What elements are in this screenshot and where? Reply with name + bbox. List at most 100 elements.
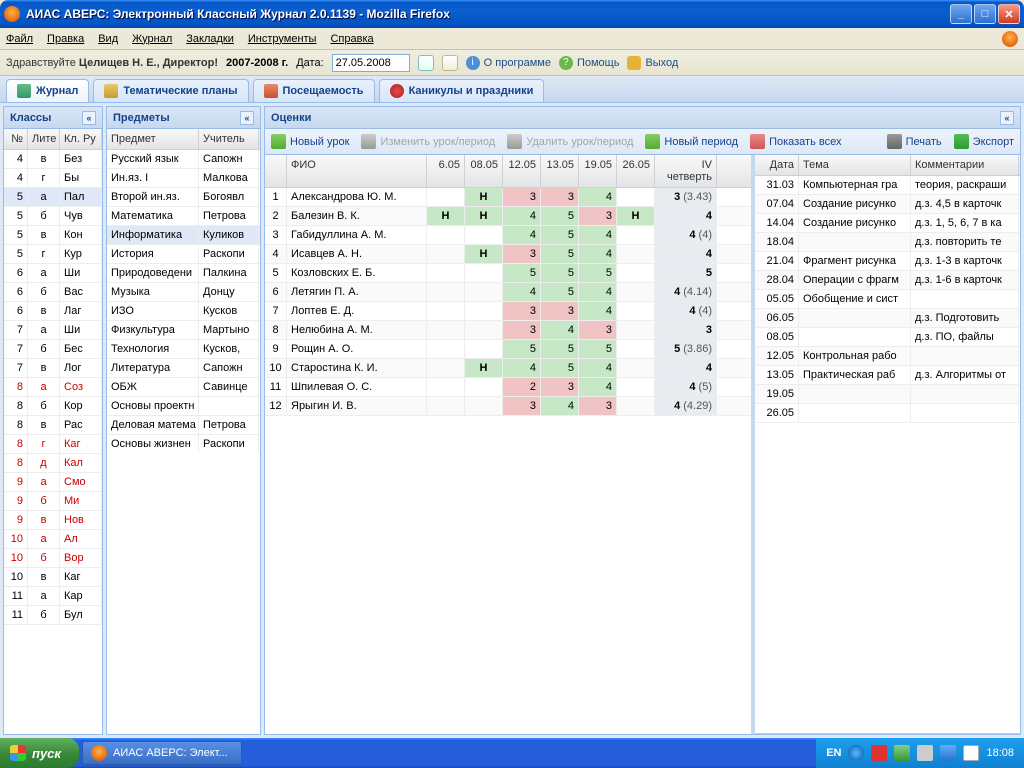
subject-row[interactable]: ЛитератураСапожн <box>107 359 260 378</box>
tray-icon[interactable] <box>848 745 864 761</box>
student-row[interactable]: 1Александрова Ю. М.Н3343 (3.43) <box>265 188 751 207</box>
marks-grid-body[interactable]: 1Александрова Ю. М.Н3343 (3.43)2Балезин … <box>265 188 751 734</box>
menu-help[interactable]: Справка <box>330 33 373 45</box>
topic-row[interactable]: 12.05Контрольная рабо <box>755 347 1020 366</box>
topic-row[interactable]: 19.05 <box>755 385 1020 404</box>
tray-icon[interactable] <box>963 745 979 761</box>
class-row[interactable]: 5аПал <box>4 188 102 207</box>
subject-row[interactable]: ИсторияРаскопи <box>107 245 260 264</box>
topic-row[interactable]: 14.04Создание рисункод.з. 1, 5, 6, 7 в к… <box>755 214 1020 233</box>
student-row[interactable]: 5Козловских Е. Б.5555 <box>265 264 751 283</box>
topic-row[interactable]: 28.04Операции с фрагмд.з. 1-6 в карточк <box>755 271 1020 290</box>
class-row[interactable]: 10вКаг <box>4 568 102 587</box>
subject-row[interactable]: Ин.яз. IМалкова <box>107 169 260 188</box>
export-button[interactable]: Экспорт <box>954 134 1014 149</box>
class-row[interactable]: 7бБес <box>4 340 102 359</box>
classes-grid-body[interactable]: 4вБез4гБы5аПал5бЧув5вКон5гКур6аШи6бВас6в… <box>4 150 102 733</box>
class-row[interactable]: 9аСмо <box>4 473 102 492</box>
menu-bookmarks[interactable]: Закладки <box>186 33 234 45</box>
class-row[interactable]: 6аШи <box>4 264 102 283</box>
class-row[interactable]: 8бКор <box>4 397 102 416</box>
class-row[interactable]: 11аКар <box>4 587 102 606</box>
student-row[interactable]: 7Лоптев Е. Д.3344 (4) <box>265 302 751 321</box>
student-row[interactable]: 3Габидуллина А. М.4544 (4) <box>265 226 751 245</box>
student-row[interactable]: 8Нелюбина А. М.3433 <box>265 321 751 340</box>
menu-journal[interactable]: Журнал <box>132 33 172 45</box>
date-input[interactable] <box>332 54 410 72</box>
topic-row[interactable]: 31.03Компьютерная гратеория, раскраши <box>755 176 1020 195</box>
minimize-button[interactable]: _ <box>950 4 972 24</box>
collapse-icon[interactable]: « <box>1000 111 1014 125</box>
student-row[interactable]: 4Исавцев А. Н.Н3544 <box>265 245 751 264</box>
subject-row[interactable]: ИнформатикаКуликов <box>107 226 260 245</box>
student-row[interactable]: 9Рощин А. О.5555 (3.86) <box>265 340 751 359</box>
student-row[interactable]: 10Старостина К. И.Н4544 <box>265 359 751 378</box>
topics-grid-body[interactable]: 31.03Компьютерная гратеория, раскраши07.… <box>755 176 1020 733</box>
subject-row[interactable]: ТехнологияКусков, <box>107 340 260 359</box>
topic-row[interactable]: 18.04д.з. повторить те <box>755 233 1020 252</box>
topic-row[interactable]: 13.05Практическая рабд.з. Алгоритмы от <box>755 366 1020 385</box>
collapse-icon[interactable]: « <box>82 111 96 125</box>
taskbar-app[interactable]: АИАС АВЕРС: Элект... <box>82 741 242 765</box>
start-button[interactable]: пуск <box>0 738 79 768</box>
topic-row[interactable]: 07.04Создание рисункод.з. 4,5 в карточк <box>755 195 1020 214</box>
subject-row[interactable]: МатематикаПетрова <box>107 207 260 226</box>
subject-row[interactable]: Второй ин.яз.Богоявл <box>107 188 260 207</box>
tray-icon[interactable] <box>871 745 887 761</box>
clear-date-icon[interactable] <box>442 55 458 71</box>
system-tray[interactable]: EN 18:08 <box>816 738 1024 768</box>
subject-row[interactable]: ПриродоведениПалкина <box>107 264 260 283</box>
tray-icon[interactable] <box>940 745 956 761</box>
subject-row[interactable]: МузыкаДонцу <box>107 283 260 302</box>
student-row[interactable]: 2Балезин В. К.НН453Н4 <box>265 207 751 226</box>
edit-lesson-button[interactable]: Изменить урок/период <box>361 134 495 149</box>
class-row[interactable]: 9бМи <box>4 492 102 511</box>
delete-lesson-button[interactable]: Удалить урок/период <box>507 134 633 149</box>
topics-scrollbar[interactable]: ◄ ► <box>755 733 1020 734</box>
class-row[interactable]: 6бВас <box>4 283 102 302</box>
student-row[interactable]: 12Ярыгин И. В.3434 (4.29) <box>265 397 751 416</box>
class-row[interactable]: 7аШи <box>4 321 102 340</box>
new-period-button[interactable]: Новый период <box>645 134 738 149</box>
tray-icon[interactable] <box>917 745 933 761</box>
subject-row[interactable]: ИЗОКусков <box>107 302 260 321</box>
class-row[interactable]: 4гБы <box>4 169 102 188</box>
class-row[interactable]: 10бВор <box>4 549 102 568</box>
class-row[interactable]: 6вЛаг <box>4 302 102 321</box>
clock[interactable]: 18:08 <box>986 747 1014 759</box>
subject-row[interactable]: ОБЖСавинце <box>107 378 260 397</box>
class-row[interactable]: 9вНов <box>4 511 102 530</box>
new-lesson-button[interactable]: Новый урок <box>271 134 349 149</box>
menu-tools[interactable]: Инструменты <box>248 33 317 45</box>
subject-row[interactable]: Русский языкСапожн <box>107 150 260 169</box>
class-row[interactable]: 8аСоз <box>4 378 102 397</box>
about-link[interactable]: iО программе <box>466 56 551 70</box>
menu-view[interactable]: Вид <box>98 33 118 45</box>
topic-row[interactable]: 21.04Фрагмент рисункад.з. 1-3 в карточк <box>755 252 1020 271</box>
show-all-button[interactable]: Показать всех <box>750 134 841 149</box>
class-row[interactable]: 8дКал <box>4 454 102 473</box>
class-row[interactable]: 4вБез <box>4 150 102 169</box>
topic-row[interactable]: 06.05д.з. Подготовить <box>755 309 1020 328</box>
student-row[interactable]: 6Летягин П. А.4544 (4.14) <box>265 283 751 302</box>
tab-journal[interactable]: Журнал <box>6 79 89 102</box>
class-row[interactable]: 11бБул <box>4 606 102 625</box>
menu-file[interactable]: Файл <box>6 33 33 45</box>
subject-row[interactable]: ФизкультураМартыно <box>107 321 260 340</box>
tab-themes[interactable]: Тематические планы <box>93 79 248 102</box>
tab-holidays[interactable]: Каникулы и праздники <box>379 79 545 102</box>
tray-icon[interactable] <box>894 745 910 761</box>
collapse-icon[interactable]: « <box>240 111 254 125</box>
class-row[interactable]: 8вРас <box>4 416 102 435</box>
class-row[interactable]: 5бЧув <box>4 207 102 226</box>
calendar-icon[interactable] <box>418 55 434 71</box>
language-indicator[interactable]: EN <box>826 747 841 759</box>
class-row[interactable]: 7вЛог <box>4 359 102 378</box>
class-row[interactable]: 8гКаг <box>4 435 102 454</box>
menu-edit[interactable]: Правка <box>47 33 84 45</box>
subjects-grid-body[interactable]: Русский языкСапожнИн.яз. IМалковаВторой … <box>107 150 260 453</box>
student-row[interactable]: 11Шпилевая О. С.2344 (5) <box>265 378 751 397</box>
subject-row[interactable]: Основы жизненРаскопи <box>107 435 260 453</box>
subject-row[interactable]: Основы проектн <box>107 397 260 416</box>
topic-row[interactable]: 08.05д.з. ПО, файлы <box>755 328 1020 347</box>
